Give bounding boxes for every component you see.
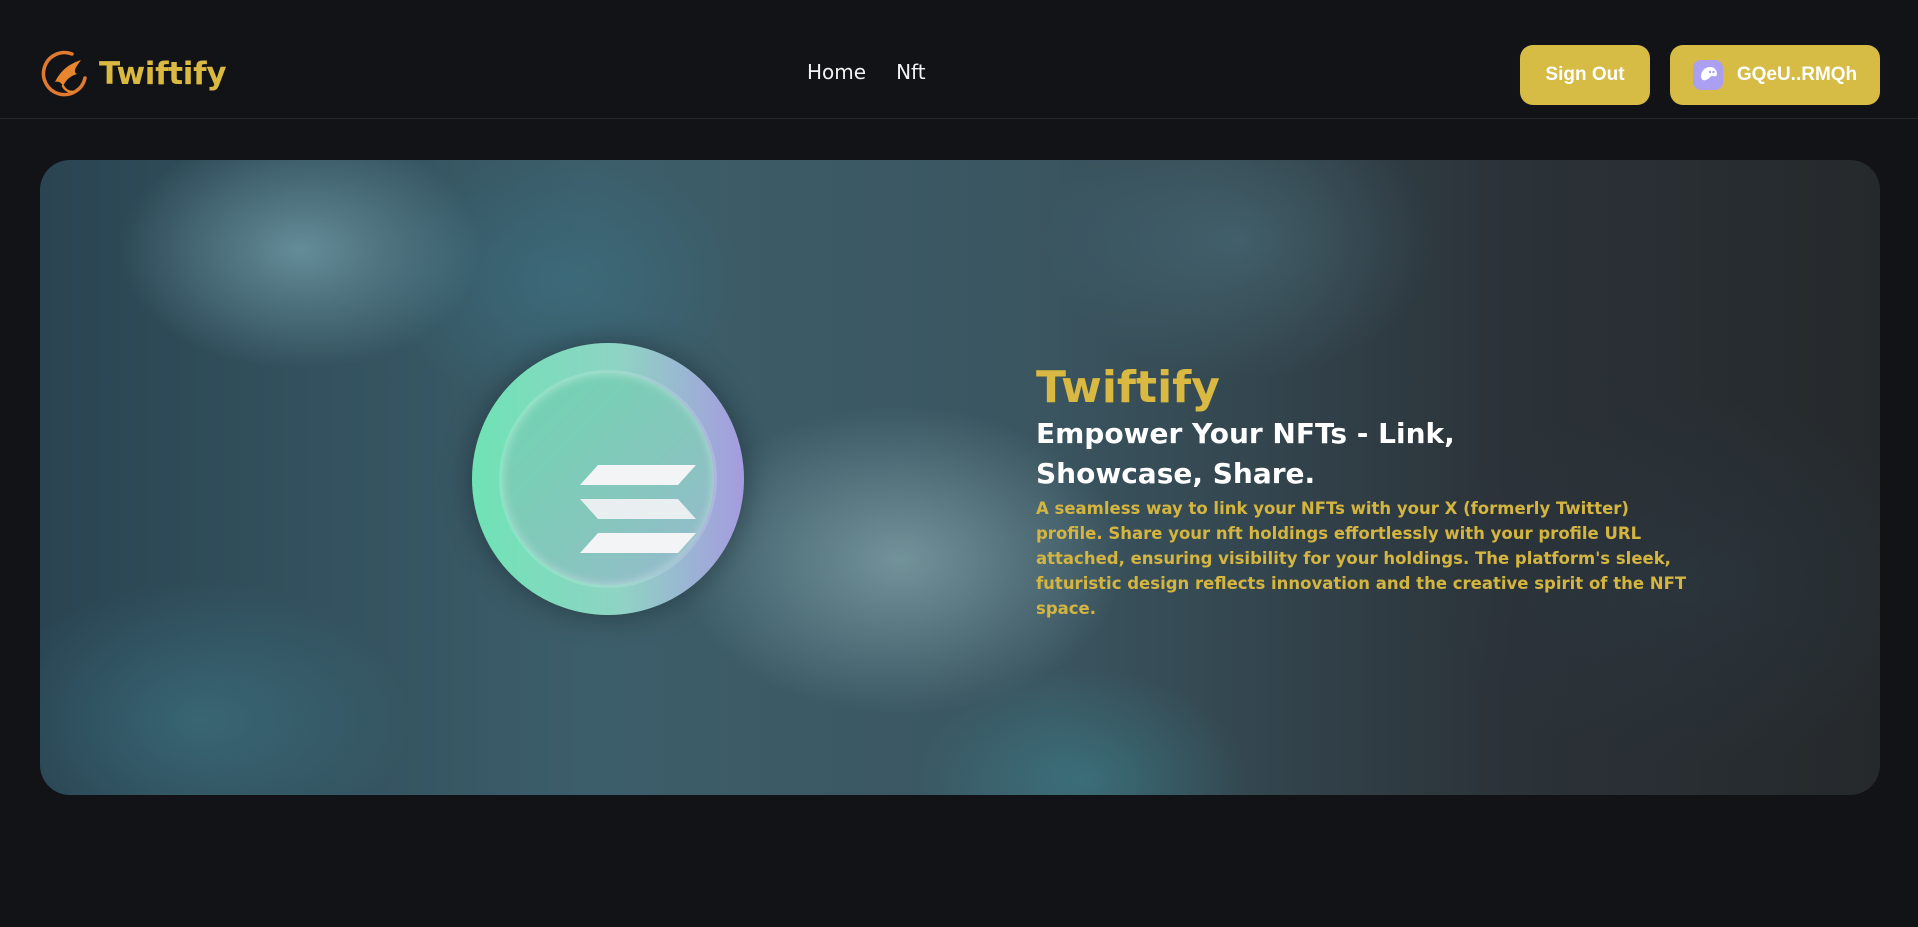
phantom-ghost-icon bbox=[1692, 60, 1723, 90]
solana-coin-icon bbox=[472, 343, 744, 615]
hero-text: Twiftify Empower Your NFTs - Link, Showc… bbox=[1036, 362, 1696, 621]
sign-out-button[interactable]: Sign Out bbox=[1520, 45, 1650, 105]
hero-subtitle: Empower Your NFTs - Link, Showcase, Shar… bbox=[1036, 417, 1455, 490]
nav-link-nft[interactable]: Nft bbox=[896, 60, 926, 84]
nav-link-home[interactable]: Home bbox=[807, 60, 866, 84]
hero-title: Twiftify bbox=[1036, 362, 1220, 413]
navbar: Twiftify Home Nft Sign Out GQeU..RMQh bbox=[0, 0, 1918, 119]
hero-banner: Twiftify Empower Your NFTs - Link, Showc… bbox=[40, 160, 1880, 795]
brand-name: Twiftify bbox=[99, 56, 227, 92]
brand[interactable]: Twiftify bbox=[39, 48, 227, 100]
phoenix-logo-icon bbox=[41, 50, 87, 97]
solana-bars-icon bbox=[580, 465, 696, 553]
hero-description: A seamless way to link your NFTs with yo… bbox=[1036, 499, 1687, 618]
wallet-button[interactable]: GQeU..RMQh bbox=[1670, 45, 1880, 105]
coin-face bbox=[502, 373, 714, 585]
nav-links: Home Nft bbox=[807, 60, 926, 84]
wallet-address: GQeU..RMQh bbox=[1736, 64, 1858, 85]
